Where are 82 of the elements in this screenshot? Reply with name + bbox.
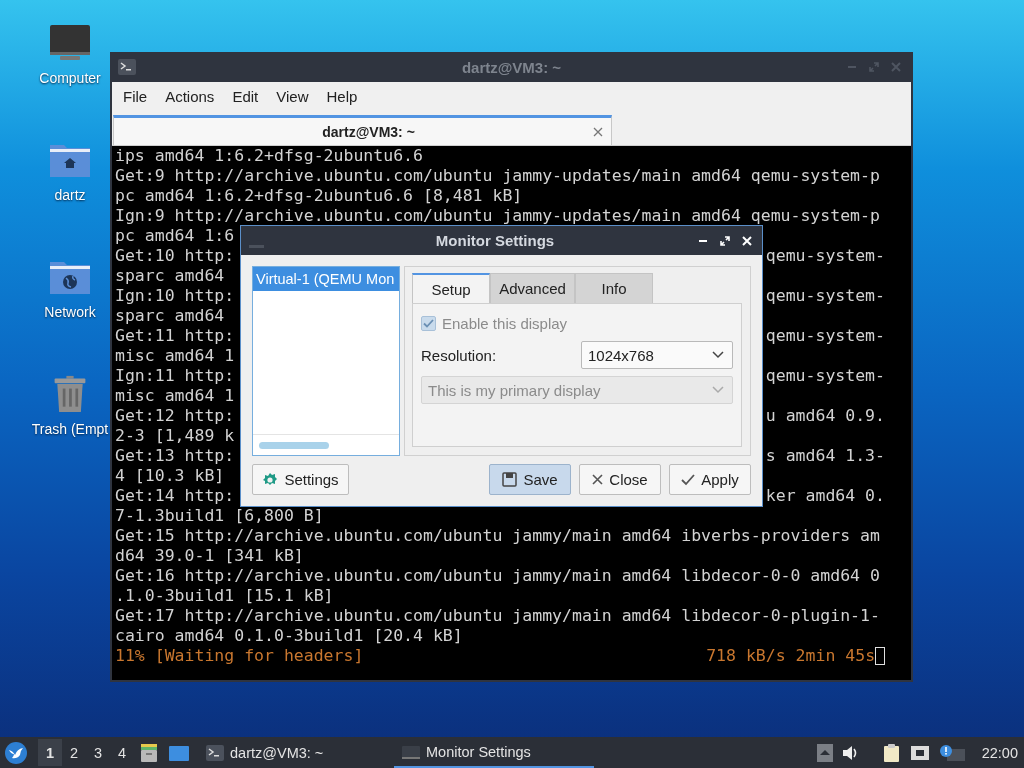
menu-item[interactable]: View [267, 87, 318, 105]
tab[interactable]: Advanced [490, 273, 575, 303]
notification-icon[interactable] [938, 743, 967, 762]
terminal-text: qemu-system- [765, 286, 885, 306]
terminal-text: misc amd64 1 [115, 346, 235, 366]
workspace-button[interactable]: 1 [38, 739, 62, 766]
checkbox-label: Enable this display [442, 314, 568, 332]
clipboard-icon[interactable] [882, 742, 901, 763]
window-icon [402, 743, 420, 760]
terminal-text: Ign:11 http: [115, 366, 235, 386]
terminal-text: 7-1.3build1 [6,800 B] [115, 506, 324, 526]
terminal-text: pc amd64 1:6.2+dfsg-2ubuntu6.6 [8,481 kB] [115, 186, 523, 206]
terminal-text: Get:17 http://archive.ubuntu.com/ubuntu jammy/main amd64 libdecor-0-plugin-1- [115, 606, 880, 626]
scrollbar-thumb[interactable] [259, 441, 329, 449]
terminal-text: 718 kB/s 2min 45s [706, 646, 876, 666]
clock: 22:00 [981, 744, 1018, 761]
close-icon [592, 474, 604, 485]
terminal-text: Get:9 http://archive.ubuntu.com/ubuntu jammy-updates/main amd64 qemu-system-p [115, 166, 880, 186]
terminal-text: cairo amd64 0.1.0-3build1 [20.4 kB] [115, 626, 463, 646]
icon-label[interactable]: Trash (Empt [31, 421, 109, 437]
menu-item[interactable]: Edit [223, 87, 268, 105]
tab[interactable]: Setup [412, 273, 490, 303]
terminal-text: Get:15 http://archive.ubuntu.com/ubuntu jammy/main amd64 ibverbs-providers am [115, 526, 880, 546]
terminal-text: Get:16 http://archive.ubuntu.com/ubuntu jammy/main amd64 libdecor-0-0 amd64 0 [115, 566, 880, 586]
menu-item[interactable]: Help [317, 87, 367, 105]
terminal-text: qemu-system- [765, 366, 885, 386]
chevron-down-icon [712, 351, 724, 359]
close-tab-icon[interactable] [593, 126, 603, 137]
cursor [875, 647, 885, 665]
terminal-text: sparc amd64 [115, 266, 226, 286]
menu-item[interactable]: Actions [156, 87, 224, 105]
terminal-tab[interactable]: dartz@VM3: ~ [113, 115, 612, 145]
terminal-text: d64 39.0-1 [341 kB] [115, 546, 304, 566]
workspace-button[interactable]: 2 [62, 739, 86, 766]
window-title: dartz@VM3: ~ [460, 58, 563, 76]
task-button[interactable]: dartz@VM3: ~ [198, 737, 394, 768]
terminal-text: Get:12 http: [115, 406, 235, 426]
terminal-text: 4 [10.3 kB] [115, 466, 225, 486]
monitor-icon[interactable] [48, 24, 92, 62]
drawer-icon[interactable] [140, 742, 158, 763]
gear-icon [262, 471, 279, 488]
workspace-button[interactable]: 3 [86, 739, 110, 766]
tab[interactable]: Info [575, 273, 653, 303]
apply-button[interactable]: Apply [669, 464, 751, 495]
terminal-text: Ign:9 http://archive.ubuntu.com/ubuntu jammy-updates/main amd64 qemu-system-p [115, 206, 880, 226]
terminal-text: misc amd64 1 [115, 386, 235, 406]
arrow-up-icon[interactable] [816, 743, 833, 762]
task-button[interactable]: Monitor Settings [394, 737, 594, 768]
terminal-text: ker amd64 0. [765, 486, 885, 506]
terminal-text: Get:14 http: [115, 486, 235, 506]
window-title: Monitor Settings [434, 232, 556, 249]
save-button[interactable]: Save [489, 464, 571, 495]
icon-label[interactable]: Network [44, 304, 96, 320]
icon-label[interactable]: dartz [54, 187, 86, 203]
floppy-icon [502, 472, 518, 487]
check-icon [681, 473, 696, 486]
workspace-button[interactable]: 4 [110, 739, 134, 766]
settings-button[interactable]: Settings [252, 464, 349, 495]
terminal-text: pc amd64 1:6 [115, 226, 235, 246]
terminal-text: 11% [Waiting for headers] [115, 646, 364, 666]
network-icon[interactable] [909, 744, 930, 761]
terminal-text: Get:11 http: [115, 326, 235, 346]
menu-item[interactable]: File [114, 87, 157, 105]
bird-logo-icon[interactable] [4, 740, 28, 765]
close-button[interactable]: Close [579, 464, 661, 495]
terminal-text: s amd64 1.3- [765, 446, 885, 466]
field-label: Resolution: [421, 346, 497, 364]
terminal-text: u amd64 0.9. [765, 406, 885, 426]
terminal-text: .1.0-3build1 [15.1 kB] [115, 586, 334, 606]
terminal-icon [118, 59, 136, 75]
terminal-icon [206, 744, 224, 761]
terminal-text: ips amd64 1:6.2+dfsg-2ubuntu6.6 [115, 146, 423, 166]
terminal-text: qemu-system- [765, 326, 885, 346]
terminal-text: 2-3 [1,489 k [115, 426, 235, 446]
terminal-text: qemu-system- [765, 246, 885, 266]
resolution-dropdown[interactable]: 1024x768 [581, 341, 733, 369]
terminal-text: Ign:10 http: [115, 286, 235, 306]
folder-icon[interactable] [168, 743, 190, 762]
terminal-text: Get:13 http: [115, 446, 235, 466]
chevron-down-icon [712, 386, 724, 394]
terminal-text: sparc amd64 [115, 306, 226, 326]
terminal-text: Get:10 http: [115, 246, 235, 266]
